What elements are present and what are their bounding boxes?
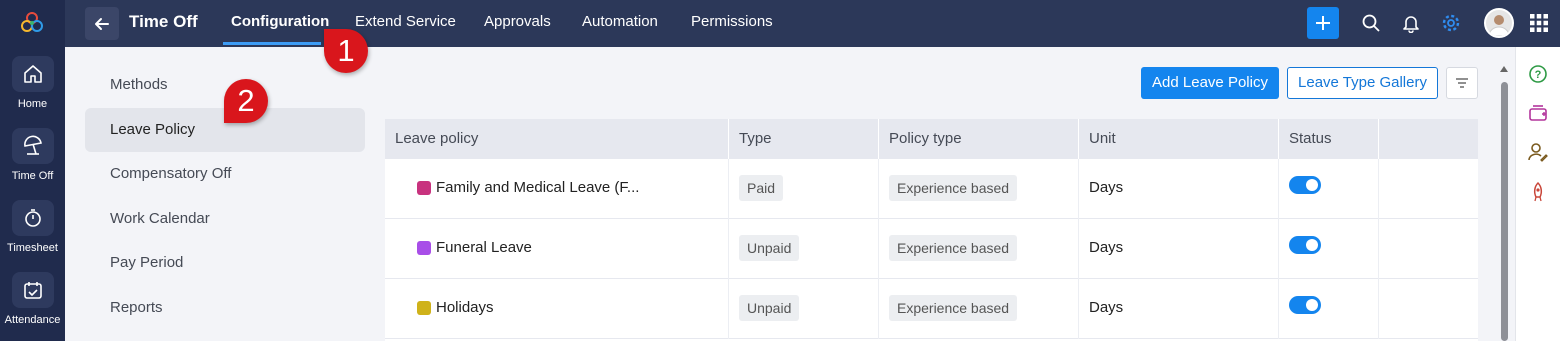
table-row[interactable]: Family and Medical Leave (F... Paid Expe…	[385, 159, 1478, 219]
table-row[interactable]: Holidays Unpaid Experience based Days	[385, 279, 1478, 339]
rocket-icon[interactable]	[1527, 181, 1549, 203]
rail-item-timesheet[interactable]: Timesheet	[0, 200, 65, 254]
plus-icon	[1316, 16, 1330, 30]
search-icon[interactable]	[1361, 13, 1381, 33]
back-button[interactable]	[85, 7, 119, 40]
subnav-item-leave-policy[interactable]: Leave Policy	[110, 121, 195, 138]
unit-value: Days	[1089, 179, 1124, 196]
arrow-left-icon	[95, 18, 109, 30]
leave-policy-name[interactable]: Family and Medical Leave (F...	[436, 179, 639, 196]
subnav-item-reports[interactable]: Reports	[110, 299, 163, 316]
page-title: Time Off	[129, 12, 198, 31]
filter-button[interactable]	[1446, 67, 1478, 99]
annotation-badge-1: 1	[324, 29, 368, 73]
leave-policy-name[interactable]: Funeral Leave	[436, 239, 532, 256]
apps-grid-icon[interactable]	[1529, 13, 1549, 33]
subnav-item-methods[interactable]: Methods	[110, 76, 168, 93]
add-leave-policy-button[interactable]: Add Leave Policy	[1141, 67, 1279, 99]
status-toggle[interactable]	[1289, 176, 1321, 194]
help-icon[interactable]: ?	[1527, 63, 1549, 85]
table-header: Leave policy Type Policy type Unit Statu…	[385, 119, 1478, 159]
type-chip: Unpaid	[739, 235, 800, 261]
app-logo-icon[interactable]	[19, 10, 45, 36]
user-edit-icon[interactable]	[1527, 141, 1549, 163]
rail-item-home[interactable]: Home	[0, 56, 65, 110]
gear-icon[interactable]	[1441, 13, 1461, 33]
unit-value: Days	[1089, 239, 1124, 256]
rail-item-label: Timesheet	[7, 242, 58, 254]
tab-approvals[interactable]: Approvals	[484, 13, 551, 30]
policy-type-chip: Experience based	[889, 235, 1018, 261]
type-chip: Unpaid	[739, 295, 800, 321]
subnav-item-work-calendar[interactable]: Work Calendar	[110, 210, 210, 227]
subnav-item-pay-period[interactable]: Pay Period	[110, 254, 183, 271]
add-card-icon[interactable]	[1527, 102, 1549, 124]
active-tab-indicator	[223, 42, 321, 45]
stopwatch-icon	[11, 200, 54, 236]
home-icon	[11, 56, 54, 92]
column-header-status[interactable]: Status	[1289, 130, 1332, 147]
bell-icon[interactable]	[1401, 13, 1421, 33]
column-header-leave-policy[interactable]: Leave policy	[395, 130, 478, 147]
unit-value: Days	[1089, 299, 1124, 316]
policy-type-chip: Experience based	[889, 295, 1018, 321]
column-header-unit[interactable]: Unit	[1089, 130, 1116, 147]
rail-item-time-off[interactable]: Time Off	[0, 128, 65, 182]
tab-automation[interactable]: Automation	[582, 13, 658, 30]
toggle-knob	[1306, 239, 1318, 251]
status-toggle[interactable]	[1289, 296, 1321, 314]
vertical-scrollbar[interactable]	[1497, 62, 1511, 341]
column-header-policy-type[interactable]: Policy type	[889, 130, 962, 147]
top-bar: Time Off Configuration Extend Service Ap…	[65, 0, 1560, 47]
avatar[interactable]	[1484, 8, 1514, 38]
rail-item-attendance[interactable]: Attendance	[0, 272, 65, 326]
scroll-up-arrow-icon[interactable]	[1500, 66, 1508, 72]
column-header-type[interactable]: Type	[739, 130, 772, 147]
leave-color-swatch	[417, 241, 431, 255]
leave-color-swatch	[417, 181, 431, 195]
filter-icon	[1456, 78, 1468, 88]
toggle-knob	[1306, 179, 1318, 191]
rail-item-label: Home	[17, 98, 48, 110]
type-chip: Paid	[739, 175, 784, 201]
app-rail: Home Time Off Timesheet Attendance	[0, 0, 65, 341]
tab-configuration[interactable]: Configuration	[231, 13, 329, 30]
tab-permissions[interactable]: Permissions	[691, 13, 773, 30]
right-utility-rail: ?	[1515, 47, 1560, 341]
policy-type-chip: Experience based	[889, 175, 1018, 201]
status-toggle[interactable]	[1289, 236, 1321, 254]
scroll-thumb[interactable]	[1501, 82, 1508, 341]
rail-item-label: Attendance	[4, 314, 61, 326]
toggle-knob	[1306, 299, 1318, 311]
tab-extend-service[interactable]: Extend Service	[355, 13, 456, 30]
leave-policy-table: Leave policy Type Policy type Unit Statu…	[385, 119, 1478, 341]
table-row[interactable]: Funeral Leave Unpaid Experience based Da…	[385, 219, 1478, 279]
leave-type-gallery-button[interactable]: Leave Type Gallery	[1287, 67, 1438, 99]
beach-umbrella-icon	[11, 128, 54, 164]
svg-text:?: ?	[1535, 69, 1542, 81]
quick-add-button[interactable]	[1307, 7, 1339, 39]
annotation-badge-2: 2	[224, 79, 268, 123]
leave-policy-name[interactable]: Holidays	[436, 299, 494, 316]
subnav-item-compensatory-off[interactable]: Compensatory Off	[110, 165, 231, 182]
rail-item-label: Time Off	[11, 170, 54, 182]
calendar-check-icon	[11, 272, 54, 308]
leave-color-swatch	[417, 301, 431, 315]
